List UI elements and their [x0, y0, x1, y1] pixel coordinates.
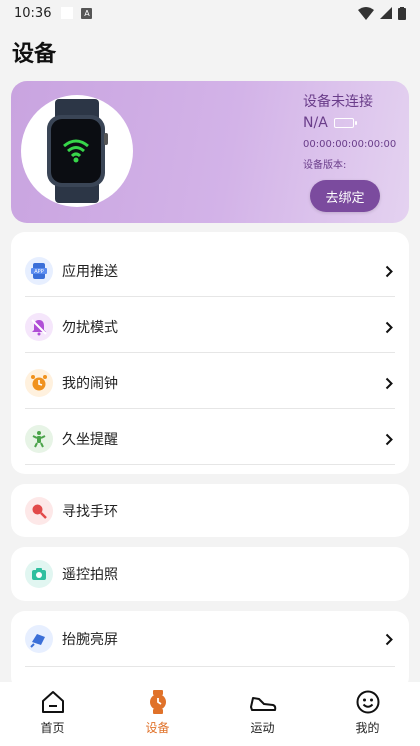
nav-device[interactable]: 设备 — [105, 682, 210, 746]
divider — [25, 352, 395, 353]
nav-label: 首页 — [40, 721, 65, 735]
bottom-nav: 首页 设备 运动 我的 — [0, 682, 420, 746]
menu-item-app-push[interactable]: APP 应用推送 — [25, 243, 395, 299]
battery-icon — [398, 6, 406, 20]
battery-text: N/A — [303, 115, 328, 131]
divider — [25, 408, 395, 409]
nav-home[interactable]: 首页 — [0, 682, 105, 746]
app-push-icon: APP — [25, 257, 53, 285]
divider — [25, 666, 395, 667]
battery-row: N/A — [303, 115, 399, 131]
watch-image — [21, 95, 133, 207]
device-battery-icon — [333, 118, 357, 128]
do-not-disturb-icon — [25, 313, 53, 341]
connection-status: 设备未连接 — [303, 94, 373, 110]
device-info: 设备未连接 N/A 00:00:00:00:00:00 设备版本: — [303, 91, 399, 171]
signal-icon — [380, 7, 392, 19]
menu-label: 我的闹钟 — [62, 376, 118, 392]
chevron-right-icon — [385, 321, 393, 333]
watch-icon — [149, 690, 166, 714]
nav-sport[interactable]: 运动 — [210, 682, 315, 746]
home-icon — [41, 691, 64, 713]
menu-label: 勿扰模式 — [62, 320, 118, 336]
menu-label: 久坐提醒 — [62, 432, 118, 448]
sneaker-icon — [249, 697, 276, 711]
chevron-right-icon — [385, 433, 393, 445]
nav-label: 设备 — [145, 721, 170, 735]
smartwatch-icon — [47, 99, 108, 203]
menu-label: 应用推送 — [62, 264, 118, 280]
menu-item-alarm[interactable]: 我的闹钟 — [25, 355, 395, 411]
chevron-right-icon — [385, 633, 393, 645]
find-band-card: 寻找手环 — [11, 484, 409, 537]
menu-label: 遥控拍照 — [62, 567, 118, 583]
smiley-icon — [356, 690, 379, 714]
nav-mine[interactable]: 我的 — [315, 682, 420, 746]
settings-card: APP 应用推送 勿扰模式 我的闹钟 久坐提醒 — [11, 232, 409, 474]
menu-label: 抬腕亮屏 — [62, 632, 118, 648]
status-time: 10:36 — [14, 5, 52, 21]
nav-label: 运动 — [250, 721, 275, 735]
svg-text:APP: APP — [34, 269, 43, 275]
alarm-clock-icon — [25, 369, 53, 397]
page-title: 设备 — [12, 42, 57, 67]
a-badge-icon: A — [81, 7, 93, 19]
find-band-icon — [25, 496, 53, 525]
menu-item-remote-camera[interactable]: 遥控拍照 — [25, 547, 395, 601]
menu-item-dnd[interactable]: 勿扰模式 — [25, 299, 395, 355]
chevron-right-icon — [385, 377, 393, 389]
device-version: 设备版本: — [303, 160, 347, 171]
raise-wrist-icon — [25, 625, 53, 653]
sedentary-reminder-icon — [25, 425, 53, 453]
menu-item-sedentary[interactable]: 久坐提醒 — [25, 411, 395, 467]
device-mac: 00:00:00:00:00:00 — [303, 139, 397, 150]
remote-camera-icon — [25, 560, 53, 588]
menu-label: 寻找手环 — [62, 503, 118, 520]
notification-icon — [61, 7, 74, 19]
menu-item-find-band[interactable]: 寻找手环 — [25, 484, 395, 537]
status-bar: 10:36 A — [0, 0, 420, 26]
menu-item-raise-wrist[interactable]: 抬腕亮屏 — [25, 611, 395, 667]
chevron-right-icon — [385, 265, 393, 277]
device-card: 设备未连接 N/A 00:00:00:00:00:00 设备版本: 去绑定 — [11, 81, 409, 223]
raise-wrist-card: 抬腕亮屏 — [11, 611, 409, 691]
remote-camera-card: 遥控拍照 — [11, 547, 409, 601]
divider — [25, 296, 395, 297]
nav-label: 我的 — [355, 721, 380, 735]
wifi-icon — [358, 6, 374, 20]
bind-button[interactable]: 去绑定 — [310, 180, 380, 212]
divider — [25, 464, 395, 465]
